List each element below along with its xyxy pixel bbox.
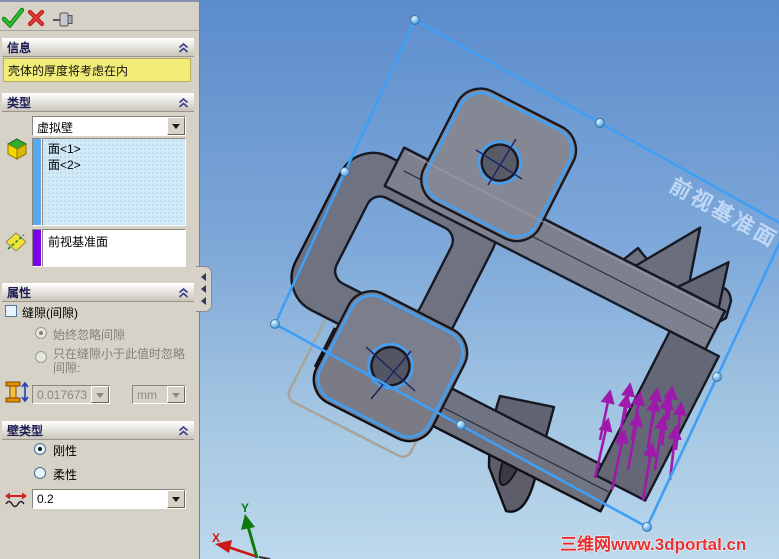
- gap-checkbox[interactable]: [5, 305, 17, 317]
- gap-unit: mm: [137, 388, 157, 402]
- plane-handle: [642, 522, 652, 532]
- cancel-button[interactable]: [26, 8, 48, 30]
- thickness-value: 0.2: [37, 492, 54, 506]
- plane-color-bar: [32, 229, 42, 267]
- gap-checkbox-label: 缝隙(间隙): [22, 306, 78, 320]
- collapse-chevron-icon[interactable]: [178, 42, 189, 53]
- gap-value: 0.017673: [37, 388, 88, 402]
- collapse-left-icon: [197, 297, 206, 305]
- pin-button[interactable]: [52, 8, 74, 30]
- wall-type-dropdown-value: 虚拟壁: [37, 121, 74, 135]
- face-list-item[interactable]: 面<1>: [48, 141, 180, 157]
- plane-handle: [456, 420, 466, 430]
- orientation-triad: X Y: [212, 501, 271, 559]
- panel-splitter[interactable]: [196, 266, 212, 312]
- selection-color-bar: [32, 138, 42, 226]
- radio-flexible[interactable]: [34, 467, 46, 479]
- collapse-chevron-icon[interactable]: [178, 287, 189, 298]
- radio-flexible-label: 柔性: [53, 468, 78, 482]
- type-section-title: 类型: [7, 96, 32, 110]
- radio-threshold[interactable]: [35, 351, 47, 363]
- plane-handle: [270, 319, 280, 329]
- front-plane-outline[interactable]: [273, 18, 779, 529]
- type-section-header[interactable]: 类型: [2, 93, 194, 112]
- plane-selection-value: 前视基准面: [48, 235, 109, 249]
- collapse-left-icon: [197, 285, 206, 293]
- wall-type-section-title: 壁类型: [7, 424, 44, 438]
- pushpin-icon: [53, 12, 73, 27]
- dropdown-arrow[interactable]: [167, 117, 185, 135]
- plane-selection-box[interactable]: 前视基准面: [42, 229, 186, 267]
- property-manager-panel: 信息 壳体的厚度将考虑在内 类型 虚拟壁 面<1> 面<2> 前视基准面 属性 …: [0, 0, 200, 559]
- gap-value-combo[interactable]: 0.017673: [32, 385, 110, 404]
- plane-handle: [410, 15, 420, 25]
- site-watermark: 三维网www.3dportal.cn: [560, 534, 746, 554]
- plane-handle: [712, 372, 722, 382]
- radio-always-ignore[interactable]: [35, 327, 47, 339]
- scene: 前视基准面 X Y 三维网www.3dportal.cn: [212, 15, 779, 559]
- thickness-combo[interactable]: 0.2: [32, 489, 186, 509]
- info-section-title: 信息: [7, 41, 32, 55]
- dropdown-arrow[interactable]: [167, 490, 185, 508]
- info-message: 壳体的厚度将考虑在内: [3, 58, 191, 82]
- radio-rigid[interactable]: [34, 443, 46, 455]
- wall-type-section-header[interactable]: 壁类型: [2, 421, 194, 440]
- solidworks-window: 前视基准面 X Y 三维网www.3dportal.cn 信息 壳体的厚度将考虑…: [0, 0, 779, 559]
- flexible-thickness-icon: [4, 489, 28, 512]
- properties-section-title: 属性: [7, 286, 32, 300]
- face-selection-cube-icon: [5, 137, 29, 164]
- plane-handle: [340, 167, 350, 177]
- faces-selection-list[interactable]: 面<1> 面<2>: [42, 138, 186, 226]
- ok-button[interactable]: [1, 7, 25, 29]
- dropdown-arrow[interactable]: [91, 386, 109, 403]
- collapse-chevron-icon[interactable]: [178, 97, 189, 108]
- gap-unit-combo[interactable]: mm: [132, 385, 186, 404]
- dropdown-arrow[interactable]: [167, 386, 185, 403]
- radio-threshold-label: 只在缝隙小于此值时忽略间隙:: [53, 347, 186, 375]
- radio-rigid-label: 刚性: [53, 444, 78, 458]
- gap-distance-icon: [3, 380, 29, 407]
- collapse-chevron-icon[interactable]: [178, 425, 189, 436]
- info-section-header[interactable]: 信息: [2, 38, 194, 57]
- triad-x-label: X: [212, 531, 220, 545]
- pm-toolbar: [0, 0, 199, 31]
- face-list-item[interactable]: 面<2>: [48, 157, 180, 173]
- wall-type-dropdown[interactable]: 虚拟壁: [32, 116, 186, 136]
- triad-y-label: Y: [241, 501, 249, 515]
- collapse-left-icon: [197, 273, 206, 281]
- plane-icon: [4, 230, 28, 257]
- radio-always-ignore-label: 始终忽略间隙: [53, 328, 126, 342]
- graphics-viewport[interactable]: 前视基准面 X Y 三维网www.3dportal.cn: [200, 0, 779, 559]
- properties-section-header[interactable]: 属性: [2, 283, 194, 302]
- plane-handle: [595, 118, 605, 128]
